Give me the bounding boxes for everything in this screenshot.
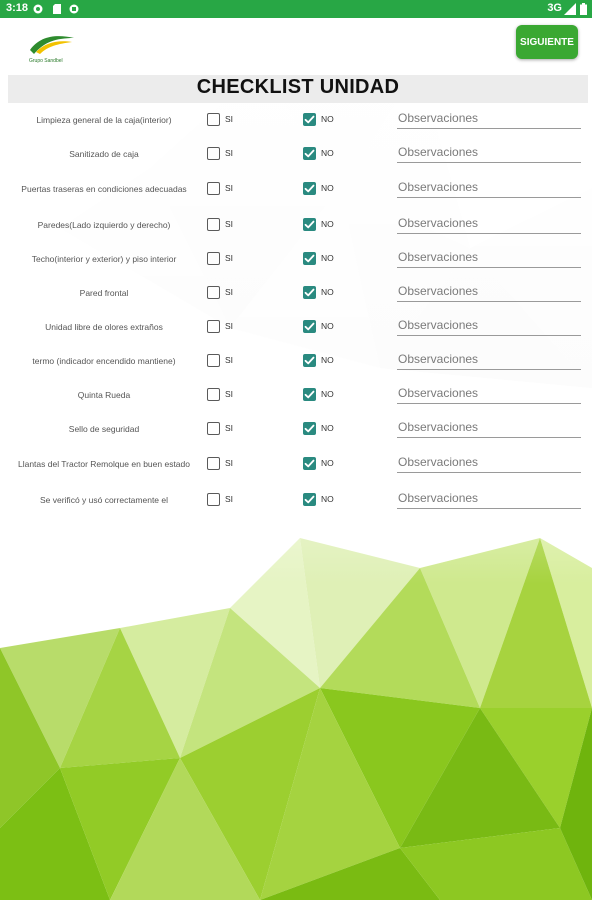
checklist-item-label: Puertas traseras en condiciones adecuada… bbox=[21, 183, 187, 194]
checklist-row: Unidad libre de olores extraños SI NO bbox=[0, 310, 592, 344]
observations-input[interactable] bbox=[397, 451, 581, 473]
si-checkbox[interactable] bbox=[207, 182, 220, 195]
si-label: SI bbox=[225, 321, 234, 331]
checklist-item-label: Sello de seguridad bbox=[68, 423, 140, 434]
no-checkbox[interactable] bbox=[303, 286, 316, 299]
no-checkbox[interactable] bbox=[303, 182, 316, 195]
app-bar: Grupo Sandbel bbox=[0, 18, 592, 68]
checklist-item-label: Quinta Rueda bbox=[77, 389, 131, 400]
observations-input[interactable] bbox=[397, 246, 581, 268]
checklist-item-label: Pared frontal bbox=[79, 287, 129, 298]
si-checkbox[interactable] bbox=[207, 147, 220, 160]
no-checkbox[interactable] bbox=[303, 493, 316, 506]
no-checkbox[interactable] bbox=[303, 147, 316, 160]
company-logo: Grupo Sandbel bbox=[29, 36, 74, 64]
si-checkbox[interactable] bbox=[207, 354, 220, 367]
checklist-item-label: Techo(interior y exterior) y piso interi… bbox=[31, 253, 177, 264]
si-label: SI bbox=[225, 114, 234, 124]
no-checkbox[interactable] bbox=[303, 218, 316, 231]
status-bar: 3:18 3G bbox=[0, 0, 592, 18]
checklist-item-label: Paredes(Lado izquierdo y derecho) bbox=[37, 219, 171, 230]
si-label: SI bbox=[225, 458, 234, 468]
si-label: SI bbox=[225, 355, 234, 365]
si-checkbox[interactable] bbox=[207, 320, 220, 333]
si-checkbox[interactable] bbox=[207, 113, 220, 126]
si-label: SI bbox=[225, 389, 234, 399]
checklist-row: Sanitizado de caja SI NO bbox=[0, 137, 592, 171]
si-label: SI bbox=[225, 183, 234, 193]
si-checkbox[interactable] bbox=[207, 218, 220, 231]
battery-icon bbox=[580, 3, 587, 15]
no-label: NO bbox=[321, 494, 334, 504]
observations-input[interactable] bbox=[397, 107, 581, 129]
sd-card-icon bbox=[53, 4, 61, 14]
signal-icon bbox=[564, 3, 576, 15]
no-label: NO bbox=[321, 219, 334, 229]
si-checkbox[interactable] bbox=[207, 493, 220, 506]
next-button-label: SIGUIENTE bbox=[520, 36, 574, 48]
checklist-row: Puertas traseras en condiciones adecuada… bbox=[0, 172, 592, 206]
observations-input[interactable] bbox=[397, 212, 581, 234]
network-type: 3G bbox=[547, 2, 562, 14]
checklist-row: Paredes(Lado izquierdo y derecho) SI NO bbox=[0, 208, 592, 242]
no-label: NO bbox=[321, 458, 334, 468]
checklist-item-label: Limpieza general de la caja(interior) bbox=[36, 114, 172, 125]
logo-text: Grupo Sandbel bbox=[29, 58, 63, 64]
si-checkbox[interactable] bbox=[207, 286, 220, 299]
notification-status-icon bbox=[69, 4, 79, 14]
no-label: NO bbox=[321, 253, 334, 263]
no-label: NO bbox=[321, 355, 334, 365]
checklist-row: Se verificó y usó correctamente el SI NO bbox=[0, 483, 592, 517]
checklist-item-label: Se verificó y usó correctamente el bbox=[39, 494, 169, 505]
no-label: NO bbox=[321, 389, 334, 399]
checklist-row: termo (indicador encendido mantiene) SI NO bbox=[0, 344, 592, 378]
observations-input[interactable] bbox=[397, 176, 581, 198]
observations-input[interactable] bbox=[397, 416, 581, 438]
checklist-row: Techo(interior y exterior) y piso interi… bbox=[0, 242, 592, 276]
page-title: CHECKLIST UNIDAD bbox=[196, 76, 400, 98]
observations-input[interactable] bbox=[397, 382, 581, 404]
si-label: SI bbox=[225, 287, 234, 297]
no-label: NO bbox=[321, 321, 334, 331]
no-label: NO bbox=[321, 114, 334, 124]
status-time: 3:18 bbox=[6, 2, 29, 14]
si-label: SI bbox=[225, 494, 234, 504]
observations-input[interactable] bbox=[397, 141, 581, 163]
observations-input[interactable] bbox=[397, 314, 581, 336]
observations-input[interactable] bbox=[397, 348, 581, 370]
checklist-item-label: Unidad libre de olores extraños bbox=[45, 321, 163, 332]
no-checkbox[interactable] bbox=[303, 320, 316, 333]
no-checkbox[interactable] bbox=[303, 422, 316, 435]
settings-status-icon bbox=[33, 4, 43, 14]
no-checkbox[interactable] bbox=[303, 354, 316, 367]
checklist-item-label: termo (indicador encendido mantiene) bbox=[32, 355, 176, 366]
observations-input[interactable] bbox=[397, 280, 581, 302]
checklist-row: Llantas del Tractor Remolque en buen est… bbox=[0, 447, 592, 481]
checklist-row: Quinta Rueda SI NO bbox=[0, 378, 592, 412]
si-label: SI bbox=[225, 148, 234, 158]
si-checkbox[interactable] bbox=[207, 252, 220, 265]
checklist-row: Pared frontal SI NO bbox=[0, 276, 592, 310]
no-label: NO bbox=[321, 148, 334, 158]
si-checkbox[interactable] bbox=[207, 388, 220, 401]
checklist-item-label: Llantas del Tractor Remolque en buen est… bbox=[17, 458, 190, 469]
si-checkbox[interactable] bbox=[207, 422, 220, 435]
checklist-row: Limpieza general de la caja(interior) SI N… bbox=[0, 103, 592, 137]
checklist-item-label: Sanitizado de caja bbox=[69, 148, 139, 159]
no-label: NO bbox=[321, 287, 334, 297]
no-checkbox[interactable] bbox=[303, 252, 316, 265]
no-label: NO bbox=[321, 183, 334, 193]
checklist-row: Sello de seguridad SI NO bbox=[0, 412, 592, 446]
si-checkbox[interactable] bbox=[207, 457, 220, 470]
si-label: SI bbox=[225, 423, 234, 433]
observations-input[interactable] bbox=[397, 487, 581, 509]
no-checkbox[interactable] bbox=[303, 388, 316, 401]
no-checkbox[interactable] bbox=[303, 113, 316, 126]
no-checkbox[interactable] bbox=[303, 457, 316, 470]
si-label: SI bbox=[225, 219, 234, 229]
next-button[interactable]: SIGUIENTE bbox=[516, 25, 578, 59]
no-label: NO bbox=[321, 423, 334, 433]
si-label: SI bbox=[225, 253, 234, 263]
